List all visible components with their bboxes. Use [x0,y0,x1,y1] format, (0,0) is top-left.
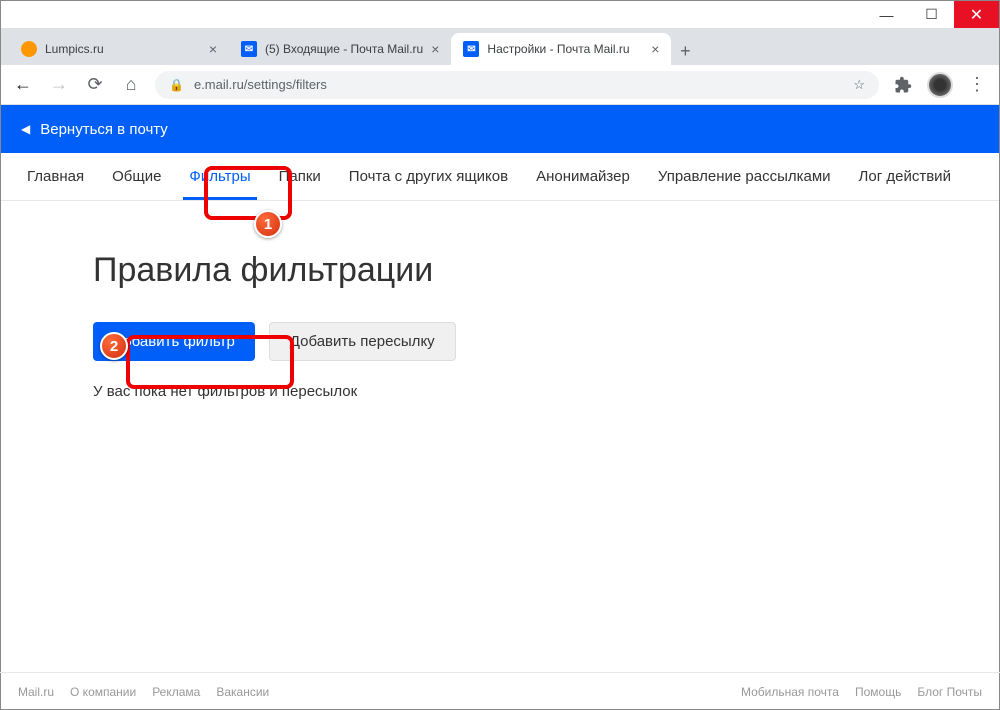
favicon-icon [21,41,37,57]
tab-anonymizer[interactable]: Анонимайзер [522,153,644,200]
browser-menu-button[interactable]: ⋮ [965,73,989,97]
window-close-button[interactable]: ✕ [954,1,999,28]
extensions-icon[interactable] [891,73,915,97]
tab-close-icon[interactable]: × [651,41,659,57]
page-title: Правила фильтрации [93,251,907,290]
footer-link[interactable]: Реклама [152,685,200,699]
favicon-icon: ✉ [241,41,257,57]
tab-folders[interactable]: Папки [265,153,335,200]
nav-forward-button: → [47,73,71,97]
footer-link[interactable]: Мобильная почта [741,685,839,699]
settings-content: Правила фильтрации Добавить фильтр Добав… [1,201,999,450]
window-titlebar: — ☐ ✕ [1,1,999,29]
footer-link[interactable]: О компании [70,685,136,699]
empty-state-text: У вас пока нет фильтров и пересылок [93,383,907,400]
tab-activity-log[interactable]: Лог действий [845,153,965,200]
tab-main[interactable]: Главная [13,153,98,200]
button-row: Добавить фильтр Добавить пересылку [93,322,907,361]
settings-tabs: Главная Общие Фильтры Папки Почта с друг… [1,153,999,201]
browser-tab[interactable]: ✉ (5) Входящие - Почта Mail.ru × [229,33,451,65]
nav-home-button[interactable]: ⌂ [119,73,143,97]
new-tab-button[interactable]: + [671,37,699,65]
browser-tab-active[interactable]: ✉ Настройки - Почта Mail.ru × [451,33,671,65]
omnibox[interactable]: 🔒 e.mail.ru/settings/filters ☆ [155,71,879,99]
nav-back-button[interactable]: ← [11,73,35,97]
footer-link[interactable]: Блог Почты [917,685,982,699]
mail-header-bar: ◀ Вернуться в почту [1,105,999,153]
tab-close-icon[interactable]: × [209,41,217,57]
back-to-mail-link[interactable]: Вернуться в почту [40,121,168,138]
back-arrow-icon: ◀ [21,122,30,136]
tab-close-icon[interactable]: × [431,41,439,57]
tab-other-mailboxes[interactable]: Почта с других ящиков [335,153,522,200]
annotation-badge-1: 1 [254,210,282,238]
tab-title: (5) Входящие - Почта Mail.ru [265,42,423,56]
footer-link[interactable]: Помощь [855,685,901,699]
footer: Mail.ru О компании Реклама Вакансии Моби… [0,672,1000,710]
footer-right: Мобильная почта Помощь Блог Почты [741,685,982,699]
favicon-icon: ✉ [463,41,479,57]
tab-title: Lumpics.ru [45,42,201,56]
add-forward-button[interactable]: Добавить пересылку [269,322,456,361]
footer-left: Mail.ru О компании Реклама Вакансии [18,685,269,699]
lock-icon: 🔒 [169,78,184,92]
window-minimize-button[interactable]: — [864,1,909,28]
window-maximize-button[interactable]: ☐ [909,1,954,28]
annotation-badge-2: 2 [100,332,128,360]
footer-link[interactable]: Вакансии [216,685,269,699]
address-bar: ← → ⟳ ⌂ 🔒 e.mail.ru/settings/filters ☆ ⋮ [1,65,999,105]
footer-link[interactable]: Mail.ru [18,685,54,699]
browser-tabstrip: Lumpics.ru × ✉ (5) Входящие - Почта Mail… [1,29,999,65]
bookmark-star-icon[interactable]: ☆ [853,77,865,93]
browser-tab[interactable]: Lumpics.ru × [9,33,229,65]
nav-reload-button[interactable]: ⟳ [83,73,107,97]
profile-avatar[interactable] [927,72,953,98]
tab-filters[interactable]: Фильтры [175,153,264,200]
tab-general[interactable]: Общие [98,153,175,200]
url-text: e.mail.ru/settings/filters [194,77,843,92]
tab-title: Настройки - Почта Mail.ru [487,42,643,56]
tab-subscriptions[interactable]: Управление рассылками [644,153,845,200]
